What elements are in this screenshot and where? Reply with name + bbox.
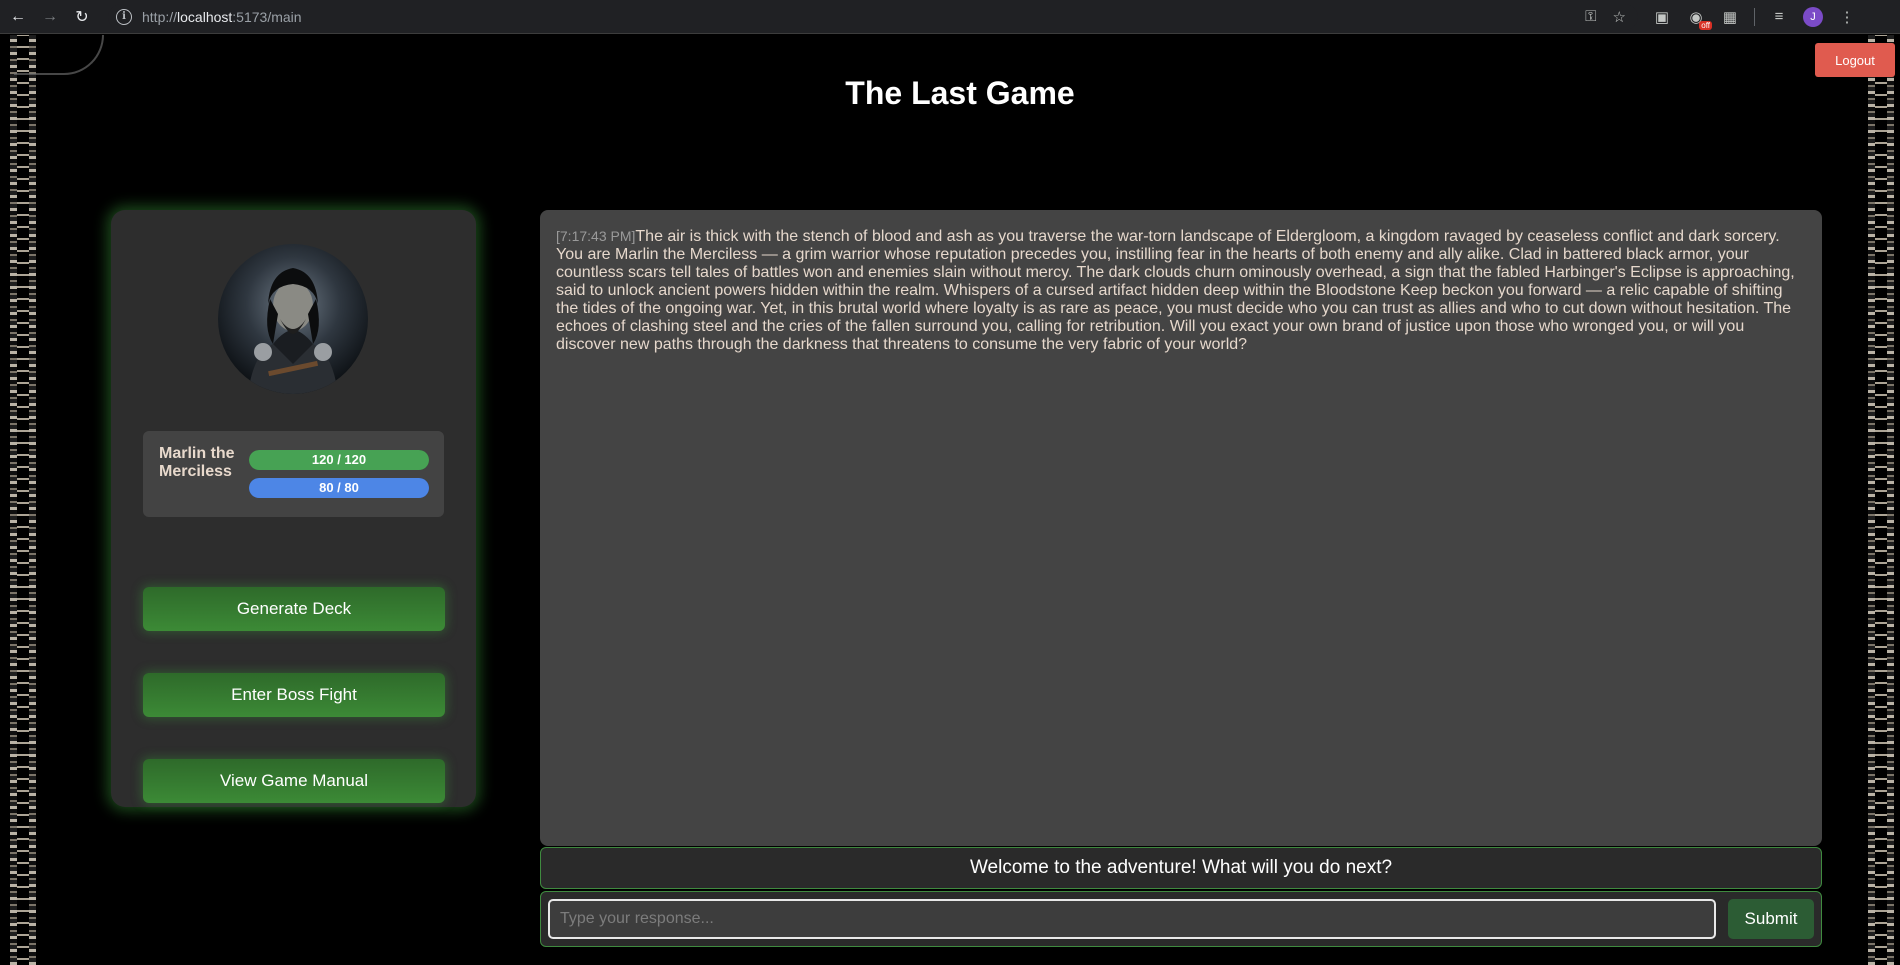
profile-avatar[interactable]: J bbox=[1803, 6, 1823, 27]
key-icon[interactable]: ⚿ bbox=[1585, 8, 1596, 25]
header: The Last Game bbox=[0, 75, 1900, 112]
response-input[interactable] bbox=[548, 899, 1716, 939]
message-timestamp: [7:17:43 PM] bbox=[556, 228, 636, 244]
character-name: Marlin the Merciless bbox=[159, 445, 235, 480]
response-bar: Submit bbox=[540, 891, 1822, 947]
prompt-message: Welcome to the adventure! What will you … bbox=[540, 847, 1822, 889]
toolbar-divider bbox=[1754, 7, 1755, 26]
arrow-left-icon[interactable]: ← bbox=[4, 3, 32, 31]
game-app: The Last Game Logout Marlin the Merciles… bbox=[0, 35, 1900, 965]
reload-icon[interactable]: ↻ bbox=[68, 3, 96, 31]
page-title: The Last Game bbox=[845, 75, 1075, 111]
ornate-corner bbox=[14, 35, 104, 75]
arrow-right-icon[interactable]: → bbox=[36, 3, 64, 31]
mana-value: 80 / 80 bbox=[319, 480, 359, 495]
character-stats: Marlin the Merciless 120 / 120 80 / 80 bbox=[143, 431, 444, 517]
extension-off-icon[interactable]: ◉ off bbox=[1686, 7, 1712, 30]
enter-boss-fight-button[interactable]: Enter Boss Fight bbox=[143, 673, 445, 717]
character-panel: Marlin the Merciless 120 / 120 80 / 80 G… bbox=[111, 210, 476, 807]
star-icon[interactable]: ☆ bbox=[1613, 8, 1626, 26]
off-badge: off bbox=[1699, 20, 1712, 30]
site-info-icon[interactable]: i bbox=[116, 8, 132, 25]
character-portrait bbox=[218, 244, 368, 394]
playlist-icon[interactable]: ≡ bbox=[1769, 7, 1789, 27]
browser-toolbar: ← → ↻ i http://localhost:5173/main ⚿ ☆ ▣… bbox=[0, 0, 1900, 34]
puzzle-icon[interactable]: ▦ bbox=[1720, 7, 1740, 27]
story-log[interactable]: [7:17:43 PM]The air is thick with the st… bbox=[540, 210, 1822, 846]
ornate-border-right bbox=[1868, 35, 1894, 965]
health-value: 120 / 120 bbox=[311, 452, 367, 467]
health-bar: 120 / 120 bbox=[249, 450, 429, 470]
kebab-menu-icon[interactable]: ⋮ bbox=[1837, 7, 1857, 27]
submit-button[interactable]: Submit bbox=[1728, 899, 1814, 939]
url-text: http://localhost:5173/main bbox=[142, 8, 302, 25]
mana-bar: 80 / 80 bbox=[249, 478, 429, 498]
logout-button[interactable]: Logout bbox=[1815, 43, 1895, 77]
extension-screen-icon[interactable]: ▣ bbox=[1652, 7, 1672, 27]
view-game-manual-button[interactable]: View Game Manual bbox=[143, 759, 445, 803]
story-text: The air is thick with the stench of bloo… bbox=[556, 228, 1795, 353]
address-bar[interactable]: i http://localhost:5173/main ⚿ ☆ bbox=[108, 3, 1638, 30]
ornate-border-left bbox=[10, 35, 36, 965]
generate-deck-button[interactable]: Generate Deck bbox=[143, 587, 445, 631]
